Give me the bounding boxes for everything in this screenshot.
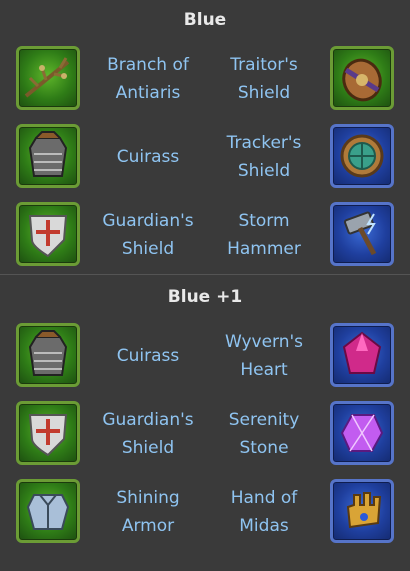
item-row: Guardian's Shield Storm Hammer (0, 196, 410, 274)
item-list: Blue Branch of Antiaris Traitor's Shield (0, 0, 410, 571)
item-name: Tracker's Shield (226, 133, 302, 181)
cuirass-icon[interactable] (16, 124, 80, 188)
item-row: Branch of Antiaris Traitor's Shield (0, 40, 410, 118)
round-shield-icon[interactable] (330, 124, 394, 188)
cross-shield-icon[interactable] (16, 202, 80, 266)
item-name: Guardian's Shield (102, 410, 194, 458)
item-name: Traitor's Shield (230, 55, 298, 103)
branch-icon[interactable] (16, 46, 80, 110)
item-name: Branch of Antiaris (107, 55, 189, 103)
item-name: Cuirass (116, 346, 180, 366)
shield-icon[interactable] (330, 46, 394, 110)
item-name: Storm Hammer (227, 211, 301, 259)
hammer-icon[interactable] (330, 202, 394, 266)
item-name: Wyvern's Heart (224, 332, 304, 380)
item-name: Serenity Stone (228, 410, 300, 458)
item-name: Cuirass (116, 147, 180, 167)
gem-icon[interactable] (330, 323, 394, 387)
item-name: Guardian's Shield (102, 211, 194, 259)
item-name: Shining Armor (116, 488, 180, 536)
item-row: Cuirass Tracker's Shield (0, 118, 410, 196)
item-row: Shining Armor Hand of Midas (0, 473, 410, 551)
crystal-icon[interactable] (330, 401, 394, 465)
gauntlet-icon[interactable] (330, 479, 394, 543)
section-title-blue-plus-1: Blue +1 (167, 287, 243, 307)
section-divider (0, 274, 410, 275)
item-row: Cuirass Wyvern's Heart (0, 317, 410, 395)
cross-shield-icon[interactable] (16, 401, 80, 465)
item-row: Guardian's Shield Serenity Stone (0, 395, 410, 473)
armor-icon[interactable] (16, 479, 80, 543)
cuirass-icon[interactable] (16, 323, 80, 387)
item-name: Hand of Midas (230, 488, 298, 536)
section-title-blue: Blue (183, 10, 227, 30)
